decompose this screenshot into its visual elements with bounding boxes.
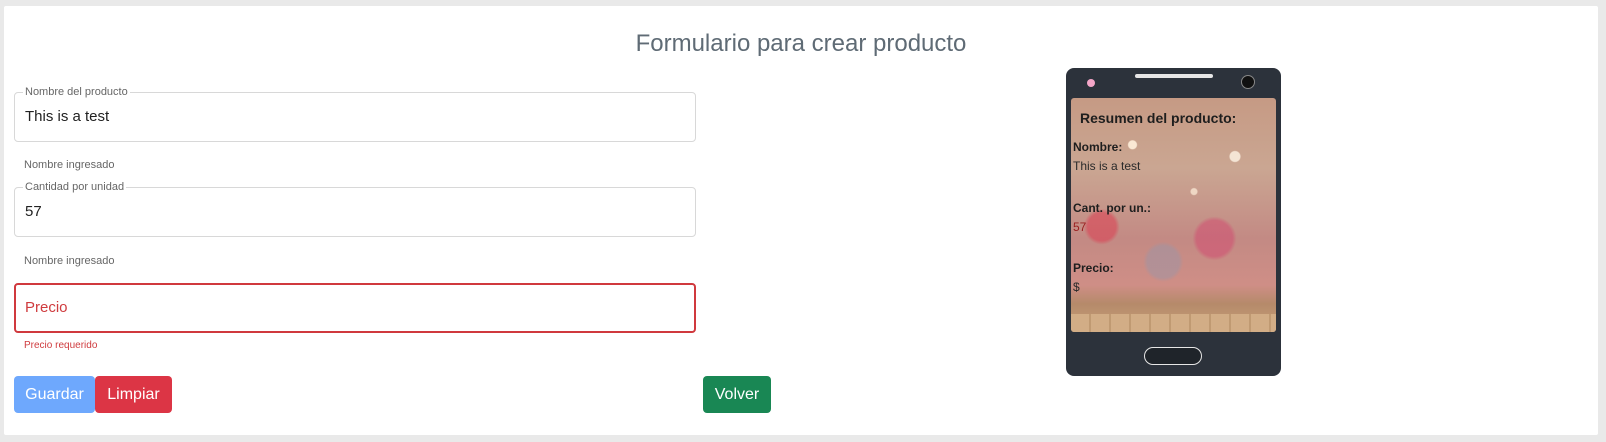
quantity-field[interactable]: Cantidad por unidad 57 [14,180,696,237]
preview-name-label: Nombre: [1073,140,1123,154]
clear-button[interactable]: Limpiar [95,376,172,413]
phone-home-button [1144,347,1202,365]
save-button[interactable]: Guardar [14,376,95,413]
price-input[interactable]: Precio [25,285,675,331]
page-title: Formulario para crear producto [635,30,967,57]
phone-led-icon [1087,79,1095,87]
screen-floor-decoration [1071,314,1276,332]
preview-qty-value: 57 [1073,220,1087,234]
preview-qty-label: Cant. por un.: [1073,201,1151,215]
product-name-input[interactable]: This is a test [25,93,675,141]
preview-title: Resumen del producto: [1080,110,1237,126]
product-name-field[interactable]: Nombre del producto This is a test [14,85,696,142]
phone-camera-icon [1241,75,1255,89]
product-name-helper: Nombre ingresado [24,159,115,171]
quantity-helper: Nombre ingresado [24,255,115,267]
back-button[interactable]: Volver [703,376,771,413]
form-card: Formulario para crear producto Nombre de… [4,6,1598,435]
phone-speaker-icon [1135,74,1213,78]
phone-screen: Resumen del producto: Nombre: This is a … [1071,98,1276,332]
price-error-message: Precio requerido [24,340,98,351]
preview-name-value: This is a test [1073,159,1141,173]
preview-price-value: $ [1073,280,1080,294]
price-field[interactable]: Precio [14,283,696,333]
preview-price-label: Precio: [1073,261,1114,275]
quantity-input[interactable]: 57 [25,188,675,236]
phone-preview: Resumen del producto: Nombre: This is a … [1066,68,1281,376]
